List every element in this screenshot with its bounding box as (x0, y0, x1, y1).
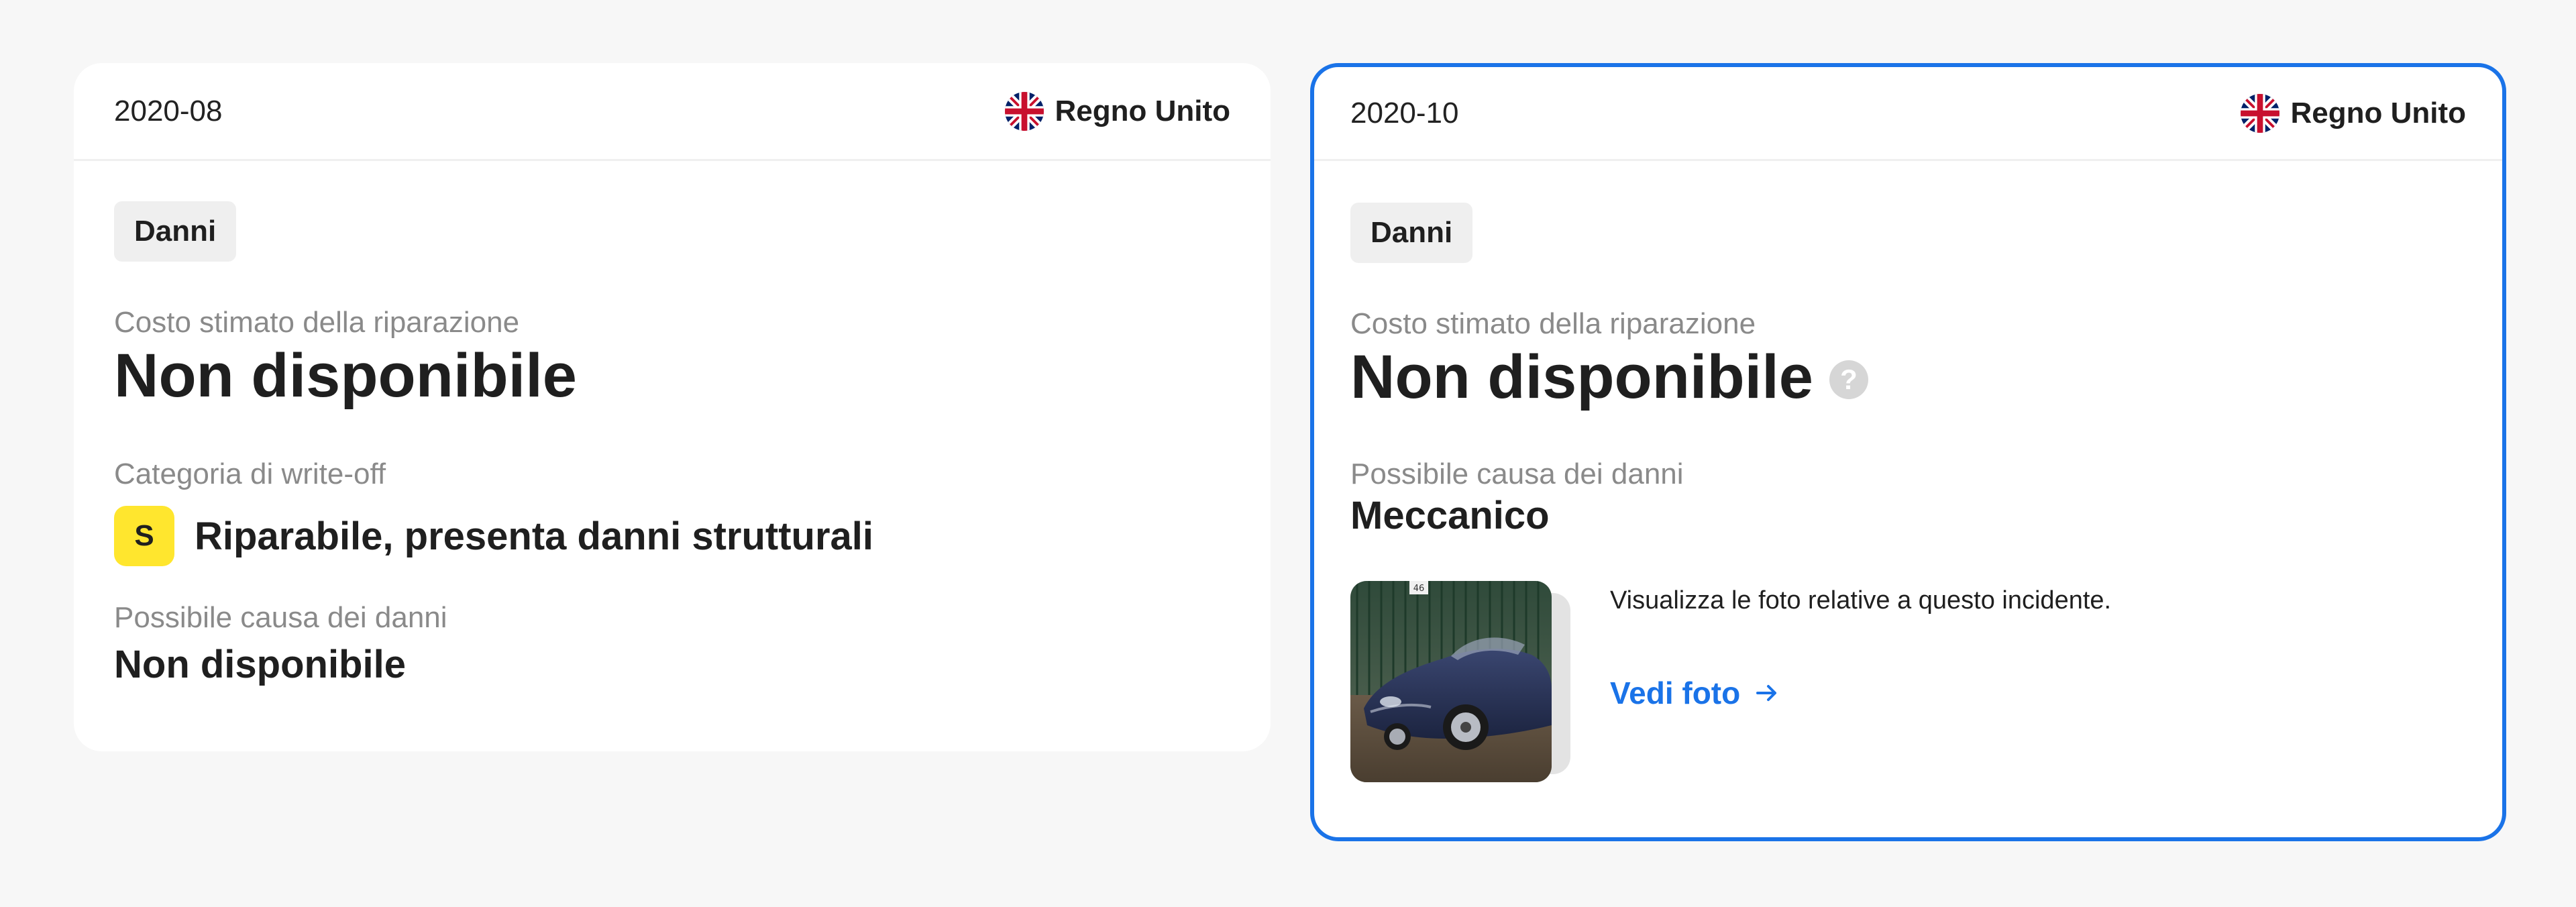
writeoff-text: Riparabile, presenta danni strutturali (195, 514, 873, 558)
car-photo-image: 46 (1350, 581, 1552, 782)
repair-cost-value: Non disponibile (114, 342, 1230, 409)
damage-tag: Danni (1350, 203, 1473, 263)
writeoff-category-label: Categoria di write-off (114, 458, 386, 490)
damage-cause-value: Non disponibile (114, 643, 406, 686)
uk-flag-icon (2241, 93, 2280, 133)
repair-cost-label: Costo stimato della riparazione (114, 306, 520, 339)
history-card-2020-08: 2020-08 Regno Unito Danni Costo stimato … (74, 63, 1271, 751)
photo-description: Visualizza le foto relative a questo inc… (1610, 586, 2112, 615)
event-date: 2020-10 (1350, 96, 1459, 129)
arrow-right-icon (1756, 685, 1777, 701)
photo-stack[interactable]: 46 (1350, 581, 1582, 782)
photo-lot-number: 46 (1413, 584, 1425, 594)
card-header: 2020-10 Regno Unito (1314, 67, 2502, 161)
history-card-2020-10: 2020-10 Regno Unito Danni Costo stimato … (1310, 63, 2506, 841)
view-photos-label: Vedi foto (1610, 676, 1741, 710)
photo-section: 46 Visualizza le foto relative a questo … (1350, 581, 2466, 782)
repair-cost-text: Non disponibile (1350, 343, 1813, 411)
repair-cost-text: Non disponibile (114, 341, 577, 410)
repair-cost-label: Costo stimato della riparazione (1350, 307, 1756, 340)
photo-text: Visualizza le foto relative a questo inc… (1610, 581, 2111, 782)
country: Regno Unito (2241, 93, 2466, 133)
damage-cause-label: Possibile causa dei danni (114, 601, 447, 634)
damage-cause-label: Possibile causa dei danni (1350, 458, 1684, 490)
country-name: Regno Unito (1055, 94, 1230, 127)
writeoff-category: S Riparabile, presenta danni strutturali (114, 506, 1230, 566)
event-date: 2020-08 (114, 94, 223, 127)
card-header: 2020-08 Regno Unito (74, 63, 1271, 161)
view-photos-link[interactable]: Vedi foto (1610, 675, 2111, 711)
damage-cause-value: Meccanico (1350, 494, 1550, 537)
country: Regno Unito (1005, 91, 1230, 131)
writeoff-badge: S (114, 506, 174, 566)
question-mark-icon[interactable]: ? (1829, 360, 1868, 399)
repair-cost-value: Non disponibile ? (1350, 343, 2466, 411)
uk-flag-icon (1005, 91, 1044, 131)
damage-tag: Danni (114, 201, 237, 262)
country-name: Regno Unito (2290, 96, 2466, 129)
card-body: Danni Costo stimato della riparazione No… (74, 161, 1271, 688)
car-photo-thumbnail[interactable]: 46 (1350, 581, 1552, 782)
card-body: Danni Costo stimato della riparazione No… (1314, 161, 2502, 782)
